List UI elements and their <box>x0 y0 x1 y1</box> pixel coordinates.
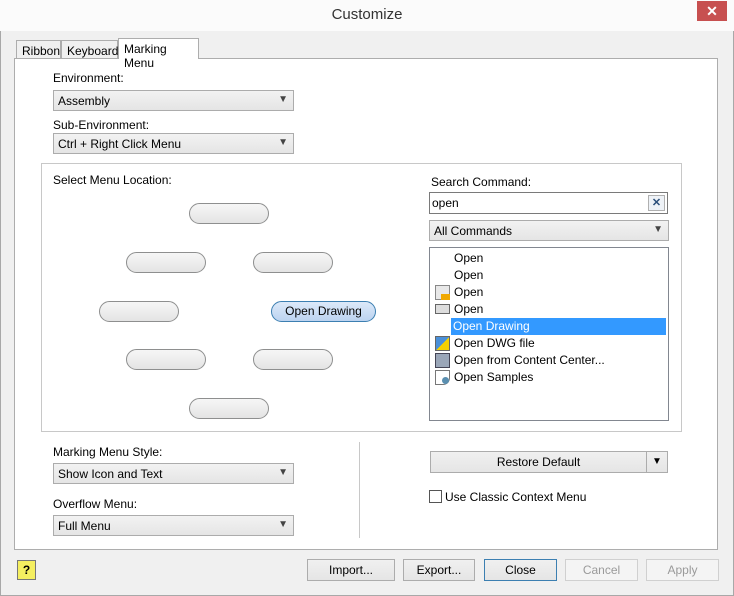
content-center-icon <box>435 353 450 368</box>
list-item[interactable]: Open <box>452 267 667 284</box>
tab-keyboard[interactable]: Keyboard <box>61 40 118 59</box>
apply-button[interactable]: Apply <box>646 559 719 581</box>
list-item[interactable]: Open from Content Center... <box>435 352 667 369</box>
divider <box>359 442 360 538</box>
list-item[interactable]: Open <box>435 301 667 318</box>
environment-value: Assembly <box>58 94 111 108</box>
chevron-down-icon: ▼ <box>653 224 663 235</box>
environment-dropdown[interactable]: Assembly ▼ <box>53 90 294 111</box>
item-label: Open Samples <box>454 370 534 384</box>
sub-environment-value: Ctrl + Right Click Menu <box>58 137 182 151</box>
classic-context-menu-checkbox[interactable] <box>429 490 442 503</box>
clear-search-icon[interactable]: ✕ <box>648 195 665 211</box>
dialog-title: Customize <box>331 6 403 23</box>
sub-environment-dropdown[interactable]: Ctrl + Right Click Menu ▼ <box>53 133 294 154</box>
slot-east[interactable]: Open Drawing <box>271 301 376 322</box>
chevron-down-icon: ▼ <box>278 137 288 148</box>
slot-northwest[interactable] <box>126 252 206 273</box>
item-label: Open <box>454 302 484 316</box>
search-value: open <box>432 196 459 210</box>
restore-default-button[interactable]: Restore Default <box>430 451 647 473</box>
samples-icon <box>435 370 450 385</box>
list-item[interactable]: Open <box>435 284 667 301</box>
slot-south[interactable] <box>189 398 269 419</box>
help-icon[interactable]: ? <box>17 560 36 580</box>
item-label: Open from Content Center... <box>454 353 605 367</box>
marking-menu-style-value: Show Icon and Text <box>58 467 163 481</box>
environment-label: Environment: <box>53 71 124 85</box>
item-label: Open <box>454 251 484 265</box>
sub-environment-label: Sub-Environment: <box>53 118 150 132</box>
slot-northeast[interactable] <box>253 252 333 273</box>
close-icon[interactable]: ✕ <box>697 1 727 21</box>
select-menu-location-label: Select Menu Location: <box>53 173 172 187</box>
marking-menu-style-dropdown[interactable]: Show Icon and Text ▼ <box>53 463 294 484</box>
slot-west[interactable] <box>99 301 179 322</box>
search-input[interactable]: open ✕ <box>429 192 668 214</box>
close-button[interactable]: Close <box>484 559 557 581</box>
cancel-button[interactable]: Cancel <box>565 559 638 581</box>
marking-menu-style-label: Marking Menu Style: <box>53 445 163 459</box>
tab-ribbon[interactable]: Ribbon <box>16 40 61 59</box>
chevron-down-icon: ▼ <box>278 519 288 530</box>
restore-default-dropdown-icon[interactable]: ▼ <box>646 451 668 473</box>
item-label: Open <box>454 268 484 282</box>
list-item[interactable]: Open Samples <box>435 369 667 386</box>
chevron-down-icon: ▼ <box>278 94 288 105</box>
chevron-down-icon: ▼ <box>278 467 288 478</box>
command-results-list[interactable]: Open Open Open Open Open Drawing Open DW… <box>429 247 669 421</box>
import-button[interactable]: Import... <box>307 559 395 581</box>
list-item[interactable]: Open <box>452 250 667 267</box>
command-filter-value: All Commands <box>434 224 513 238</box>
list-item-selected[interactable]: Open Drawing <box>451 318 666 335</box>
folder-open-icon <box>435 304 450 314</box>
slot-north[interactable] <box>189 203 269 224</box>
item-label: Open <box>454 285 484 299</box>
search-command-label: Search Command: <box>431 175 532 189</box>
item-label: Open Drawing <box>453 319 530 333</box>
classic-context-menu-label: Use Classic Context Menu <box>445 490 587 504</box>
open-document-icon <box>435 285 450 300</box>
slot-southwest[interactable] <box>126 349 206 370</box>
slot-southeast[interactable] <box>253 349 333 370</box>
item-label: Open DWG file <box>454 336 535 350</box>
dwg-file-icon <box>435 336 450 351</box>
command-filter-dropdown[interactable]: All Commands ▼ <box>429 220 669 241</box>
overflow-menu-dropdown[interactable]: Full Menu ▼ <box>53 515 294 536</box>
list-item[interactable]: Open DWG file <box>435 335 667 352</box>
overflow-menu-label: Overflow Menu: <box>53 497 138 511</box>
overflow-menu-value: Full Menu <box>58 519 111 533</box>
tab-marking-menu[interactable]: Marking Menu <box>118 38 199 70</box>
export-button[interactable]: Export... <box>403 559 475 581</box>
